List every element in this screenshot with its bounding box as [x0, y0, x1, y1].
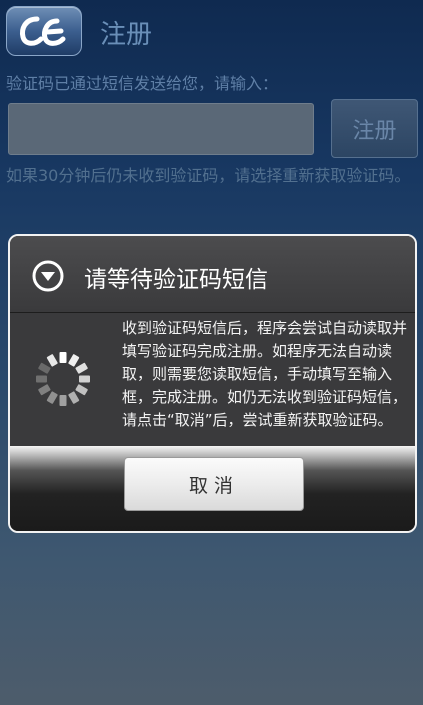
dialog-title: 请等待验证码短信: [84, 267, 268, 293]
chevron-down-circle-icon: [32, 260, 64, 292]
retry-hint: 如果30分钟后仍未收到验证码，请选择重新获取验证码。: [6, 166, 411, 185]
cancel-button[interactable]: 取消: [124, 457, 304, 511]
dialog-footer: 取消: [10, 446, 415, 531]
title-bar: 注册: [0, 0, 423, 62]
sms-sent-hint: 验证码已通过短信发送给您，请输入：: [6, 74, 279, 93]
register-button[interactable]: 注册: [331, 99, 418, 158]
dialog-message: 收到验证码短信后，程序会尝试自动读取并填写验证码完成注册。如程序无法自动读取，则…: [122, 319, 408, 429]
verification-code-input[interactable]: [8, 103, 314, 155]
loading-spinner-icon: [34, 350, 92, 408]
dialog-header: 请等待验证码短信: [10, 236, 415, 313]
waiting-sms-dialog: 请等待验证码短信 收到验证码短信后，程序会尝试自动读取并填写验证码完成注册。如程…: [8, 234, 417, 533]
app-logo-icon: [6, 6, 82, 56]
dialog-body: 收到验证码短信后，程序会尝试自动读取并填写验证码完成注册。如程序无法自动读取，则…: [10, 313, 415, 446]
page-title: 注册: [100, 20, 153, 50]
